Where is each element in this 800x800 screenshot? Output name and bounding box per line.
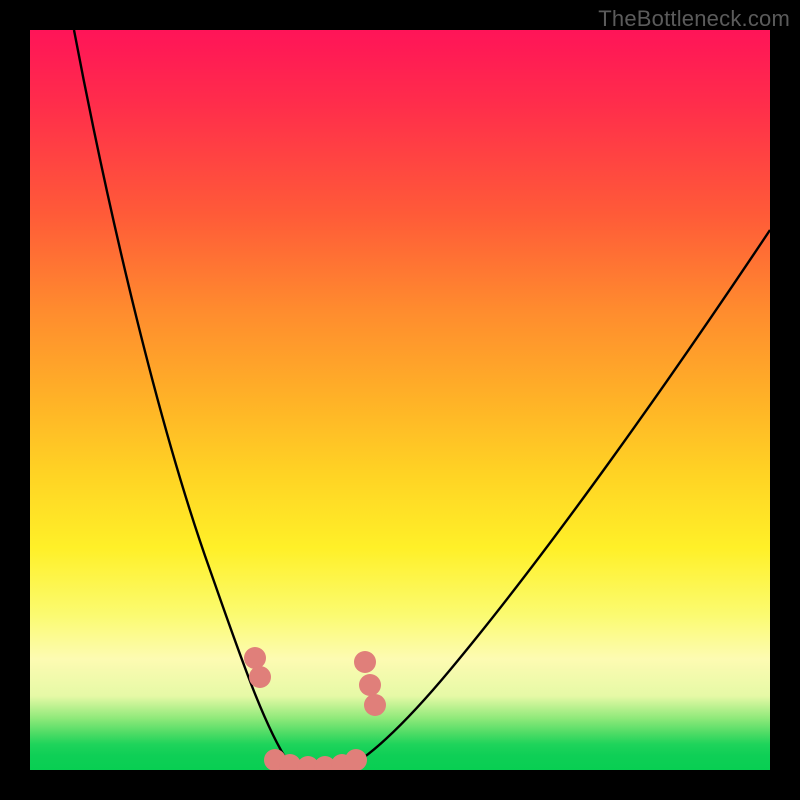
marker-dot (244, 647, 266, 669)
plot-area (30, 30, 770, 770)
markers-group (244, 647, 386, 770)
marker-dot (345, 749, 367, 770)
marker-dot (249, 666, 271, 688)
marker-dot (354, 651, 376, 673)
chart-stage: TheBottleneck.com (0, 0, 800, 800)
right-curve (346, 230, 770, 768)
marker-dot (364, 694, 386, 716)
watermark-text: TheBottleneck.com (598, 6, 790, 32)
curves-layer (30, 30, 770, 770)
marker-dot (359, 674, 381, 696)
